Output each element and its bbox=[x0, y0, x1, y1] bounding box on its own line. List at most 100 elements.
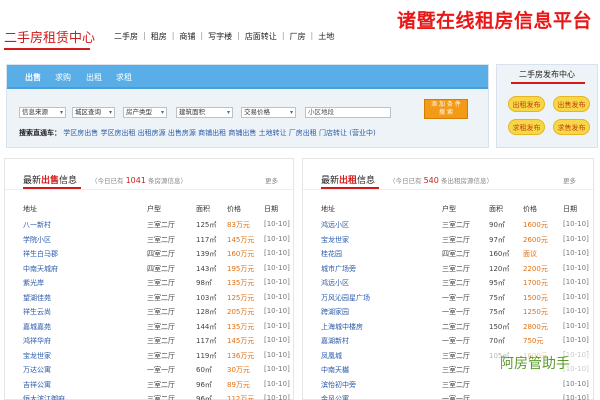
price-select[interactable]: 交易价格 ▾ bbox=[241, 107, 296, 118]
community-input[interactable]: 小区地段 bbox=[305, 107, 391, 118]
table-row[interactable]: 万达公寓 一室一厅 60㎡ 30万元 [10-10] bbox=[5, 365, 293, 379]
row-address[interactable]: 上海城中楼房 bbox=[321, 322, 363, 332]
nav-item-zufang[interactable]: 租房 bbox=[151, 31, 167, 42]
table-row[interactable]: 宝龙世家 三室二厅 119㎡ 136万元 [10-10] bbox=[5, 351, 293, 365]
top-nav: 二手房 | 租房 | 商铺 | 写字楼 | 店面转让 | 厂房 | 土地 bbox=[114, 31, 335, 42]
table-row[interactable]: 鸿祥华府 三室二厅 117㎡ 145万元 [10-10] bbox=[5, 336, 293, 350]
site-header: 二手房租赁中心 二手房 | 租房 | 商铺 | 写字楼 | 店面转让 | 厂房 | 土地 诸… bbox=[0, 0, 600, 58]
nav-item-shangpu[interactable]: 商铺 bbox=[179, 31, 195, 42]
row-area: 128㎡ bbox=[196, 308, 217, 316]
site-logo[interactable]: 二手房租赁中心 bbox=[4, 27, 95, 46]
row-address[interactable]: 鸿祥华府 bbox=[23, 336, 51, 346]
row-area: 96㎡ bbox=[196, 380, 212, 389]
tab-chuzu[interactable]: 出租 bbox=[86, 72, 102, 83]
publish-rent-button[interactable]: 出租发布 bbox=[508, 96, 545, 112]
row-address[interactable]: 桂花园 bbox=[321, 249, 342, 259]
row-address[interactable]: 望湖佳苑 bbox=[23, 293, 51, 303]
row-area: 143㎡ bbox=[196, 264, 217, 273]
nav-item-tudi[interactable]: 土地 bbox=[318, 31, 334, 42]
sale-more-link[interactable]: 更多 bbox=[265, 175, 278, 185]
row-layout: 三室二厅 bbox=[147, 322, 175, 331]
publish-panel: 二手房发布中心 出租发布 出售发布 求租发布 求售发布 bbox=[496, 64, 598, 148]
nav-item-changfang[interactable]: 厂房 bbox=[290, 31, 306, 42]
row-address[interactable]: 金风公寓 bbox=[321, 394, 349, 400]
row-price: 135万元 bbox=[227, 322, 255, 331]
row-date: [10-10] bbox=[563, 379, 589, 388]
table-row[interactable]: 祥生白马郡 四室二厅 139㎡ 160万元 [10-10] bbox=[5, 249, 293, 263]
row-price: 面议 bbox=[523, 250, 537, 258]
search-button[interactable]: 添 加 条 件 搜 索 bbox=[424, 99, 468, 119]
property-type-select[interactable]: 房产类型 ▾ bbox=[123, 107, 167, 118]
table-row[interactable]: 万风沁园星广场 一室一厅 75㎡ 1500元 [10-10] bbox=[303, 293, 593, 307]
row-address[interactable]: 紫光岸 bbox=[23, 278, 44, 288]
chevron-down-icon: ▾ bbox=[59, 109, 63, 116]
area-select[interactable]: 建筑面积 ▾ bbox=[176, 107, 233, 118]
row-address[interactable]: 中南天樾 bbox=[321, 365, 349, 375]
row-layout: 三室二厅 bbox=[442, 235, 470, 244]
row-layout: 三室二厅 bbox=[442, 366, 470, 374]
row-address[interactable]: 万风沁园星广场 bbox=[321, 293, 370, 303]
row-date: [10-10] bbox=[264, 278, 290, 286]
table-row[interactable]: 滨怡初中旁 三室二厅 [10-10] bbox=[303, 380, 593, 394]
nav-item-dianmian[interactable]: 店面转让 bbox=[245, 31, 277, 42]
quick-links-list[interactable]: 学区房出售 学区房出租 出租房源 出售房源 商铺出租 商铺出售 土地转让 厂房出… bbox=[63, 129, 376, 137]
publish-want-sale-button[interactable]: 求售发布 bbox=[553, 119, 590, 135]
source-select[interactable]: 信息来源 ▾ bbox=[19, 107, 66, 118]
row-address[interactable]: 万达公寓 bbox=[23, 365, 51, 375]
table-row[interactable]: 鸿远小区 三室二厅 95㎡ 1700元 [10-10] bbox=[303, 278, 593, 292]
row-address[interactable]: 嘉湖新村 bbox=[321, 336, 349, 346]
row-address[interactable]: 宝龙世家 bbox=[23, 351, 51, 361]
table-row[interactable]: 嘉城嘉苑 三室二厅 144㎡ 135万元 [10-10] bbox=[5, 322, 293, 336]
row-address[interactable]: 鸿远小区 bbox=[321, 220, 349, 230]
row-address[interactable]: 城市广场旁 bbox=[321, 264, 356, 274]
row-layout: 一室一厅 bbox=[442, 337, 470, 345]
row-address[interactable]: 鸿远小区 bbox=[321, 278, 349, 288]
nav-item-xiezilou[interactable]: 写字楼 bbox=[208, 31, 232, 42]
quick-links-label: 搜索直通车 bbox=[19, 129, 54, 137]
table-row[interactable]: 金风公寓 一室一厅 [10-10] bbox=[303, 394, 593, 400]
row-layout: 三室二厅 bbox=[147, 380, 175, 389]
publish-sale-button[interactable]: 出售发布 bbox=[553, 96, 590, 112]
row-address[interactable]: 嘉城嘉苑 bbox=[23, 322, 51, 332]
row-address[interactable]: 吉祥公寓 bbox=[23, 380, 51, 390]
row-address[interactable]: 恒大滨江御府 bbox=[23, 394, 65, 400]
table-row[interactable]: 恒大滨江御府 三室二厅 96㎡ 112万元 [10-10] bbox=[5, 394, 293, 400]
row-price: 135万元 bbox=[227, 279, 255, 287]
nav-item-ershoufang[interactable]: 二手房 bbox=[114, 31, 138, 42]
row-layout: 三室二厅 bbox=[147, 235, 175, 244]
tab-qiugou[interactable]: 求购 bbox=[55, 72, 71, 83]
row-address[interactable]: 祥生云尚 bbox=[23, 307, 51, 317]
row-address[interactable]: 祥生白马郡 bbox=[23, 249, 58, 259]
district-select[interactable]: 城区查询 ▾ bbox=[72, 107, 115, 118]
row-date: [10-10] bbox=[264, 249, 290, 257]
row-address[interactable]: 学院小区 bbox=[23, 235, 51, 245]
row-area: 96㎡ bbox=[196, 395, 212, 400]
table-row[interactable]: 中南天城府 四室二厅 143㎡ 195万元 [10-10] bbox=[5, 264, 293, 278]
row-address[interactable]: 滨怡初中旁 bbox=[321, 380, 356, 390]
table-row[interactable]: 学院小区 三室二厅 117㎡ 145万元 [10-10] bbox=[5, 235, 293, 249]
table-row[interactable]: 吉祥公寓 三室二厅 96㎡ 89万元 [10-10] bbox=[5, 380, 293, 394]
tab-qiuzu[interactable]: 求租 bbox=[116, 72, 132, 83]
rent-panel-title: 最新出租信息 bbox=[321, 176, 376, 186]
row-address[interactable]: 中南天城府 bbox=[23, 264, 58, 274]
table-row[interactable]: 上海城中楼房 二室二厅 150㎡ 2800元 [10-10] bbox=[303, 322, 593, 336]
table-row[interactable]: 望湖佳苑 三室二厅 103㎡ 125万元 [10-10] bbox=[5, 293, 293, 307]
row-address[interactable]: 凤凰城 bbox=[321, 351, 342, 361]
table-row[interactable]: 紫光岸 三室二厅 98㎡ 135万元 [10-10] bbox=[5, 278, 293, 292]
rent-more-link[interactable]: 更多 bbox=[563, 175, 576, 185]
table-row[interactable]: 祥生云尚 三室二厅 128㎡ 205万元 [10-10] bbox=[5, 307, 293, 321]
row-address[interactable]: 宝龙世家 bbox=[321, 235, 349, 245]
table-row[interactable]: 八一新村 三室二厅 125㎡ 83万元 [10-10] bbox=[5, 220, 293, 234]
row-address[interactable]: 跨湖家园 bbox=[321, 307, 349, 317]
table-row[interactable]: 城市广场旁 三室二厅 120㎡ 2200元 [10-10] bbox=[303, 264, 593, 278]
row-address[interactable]: 八一新村 bbox=[23, 220, 51, 230]
table-row[interactable]: 跨湖家园 一室一厅 75㎡ 1250元 [10-10] bbox=[303, 307, 593, 321]
table-row[interactable]: 鸿远小区 三室二厅 90㎡ 1600元 [10-10] bbox=[303, 220, 593, 234]
row-price: 750元 bbox=[523, 337, 544, 345]
tab-chushou[interactable]: 出售 bbox=[25, 72, 41, 83]
row-date: [10-10] bbox=[264, 321, 290, 330]
table-row[interactable]: 桂花园 四室二厅 160㎡ 面议 [10-10] bbox=[303, 249, 593, 263]
table-row[interactable]: 嘉湖新村 一室一厅 70㎡ 750元 [10-10] bbox=[303, 336, 593, 350]
table-row[interactable]: 宝龙世家 三室二厅 97㎡ 2600元 [10-10] bbox=[303, 235, 593, 249]
publish-want-rent-button[interactable]: 求租发布 bbox=[508, 119, 545, 135]
